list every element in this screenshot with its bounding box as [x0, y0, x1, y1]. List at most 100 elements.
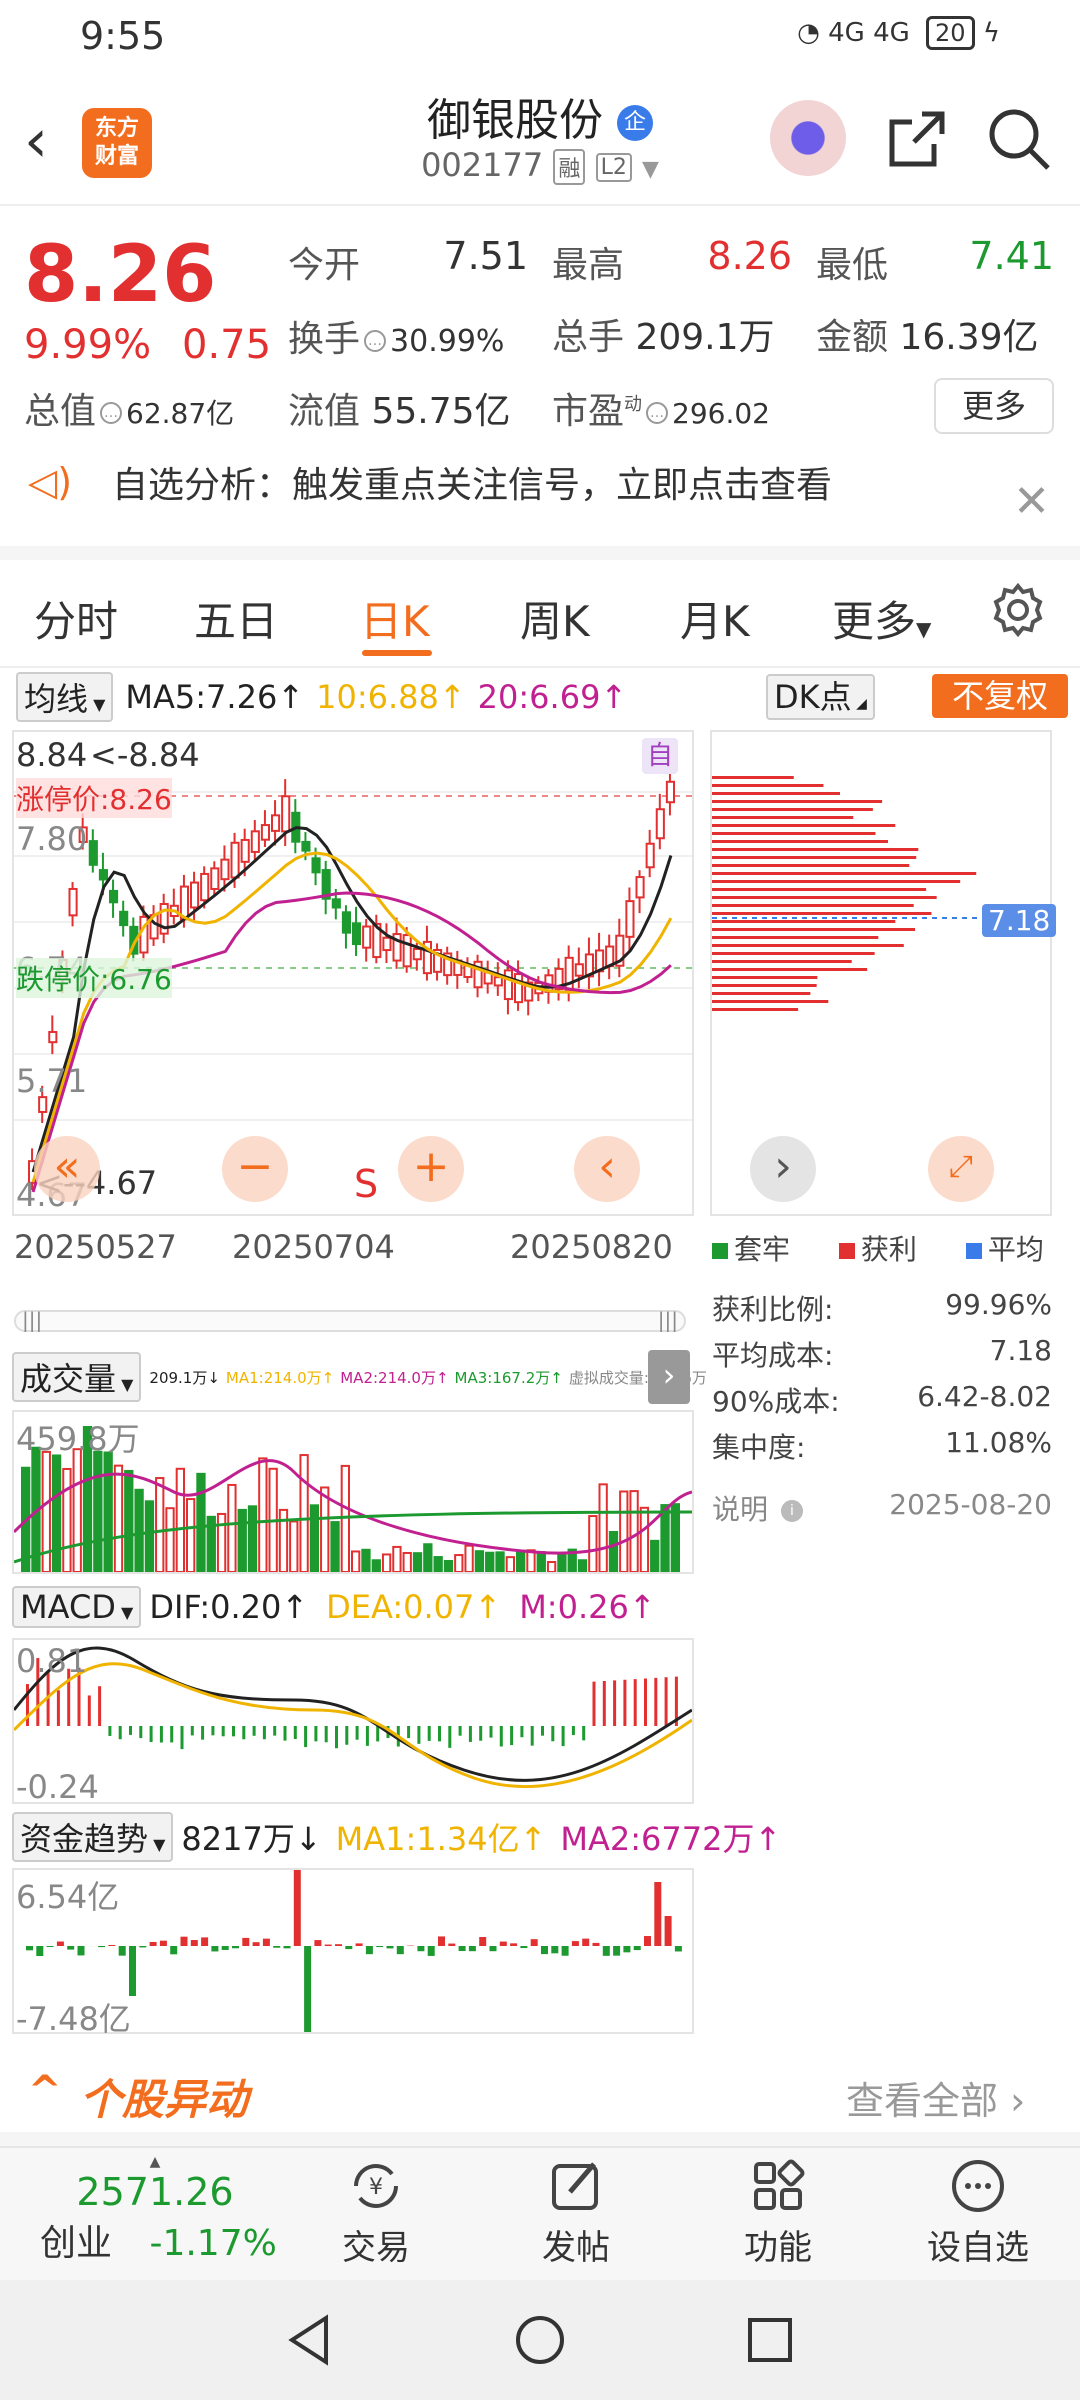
tab-more-label: 更多	[832, 597, 917, 646]
info-icon[interactable]: …	[100, 402, 123, 424]
share-icon[interactable]	[882, 104, 952, 174]
macd-bar	[211, 1726, 215, 1736]
chip-bar	[712, 808, 873, 811]
nav-functions[interactable]: 功能	[708, 2156, 848, 2269]
range-slider[interactable]: ||| |||	[14, 1308, 686, 1332]
chip-distribution-chart: 7.18 › ⤢	[710, 730, 1057, 1216]
dropdown-icon: ▼	[115, 1603, 134, 1622]
adjust-button[interactable]: 不复权	[932, 674, 1068, 718]
slider-handle-right[interactable]: |||	[658, 1308, 678, 1332]
nav-back-icon[interactable]	[282, 2312, 338, 2368]
slider-handle-left[interactable]: |||	[22, 1308, 42, 1332]
info-icon[interactable]: …	[364, 330, 387, 352]
dk-point-button[interactable]: DK点 ◢	[766, 674, 875, 720]
volume-bar	[402, 1552, 412, 1572]
tab-five-day[interactable]: 五日	[194, 588, 278, 649]
close-icon[interactable]: ✕	[1013, 476, 1050, 527]
funds-bar	[438, 1936, 445, 1946]
chevron-right-icon[interactable]: ›	[750, 1136, 816, 1202]
funds-bar	[602, 1946, 610, 1956]
ma-select[interactable]: 均线 ▼	[16, 672, 114, 722]
tab-daily-k[interactable]: 日K	[360, 588, 430, 649]
more-button[interactable]: 更多	[934, 378, 1054, 434]
view-all-link[interactable]: 查看全部 ›	[846, 2070, 1025, 2125]
volume-select[interactable]: 成交量 ▼	[12, 1352, 142, 1402]
candle	[240, 838, 250, 863]
tab-more[interactable]: 更多▼	[832, 588, 931, 649]
volume-bar	[155, 1477, 165, 1572]
stock-movers-bar[interactable]: ^ 个股异动 查看全部 ›	[0, 2050, 1080, 2146]
macd-bar	[149, 1726, 153, 1742]
market-cap-label: 总值	[24, 391, 97, 432]
funds-bar	[644, 1936, 651, 1946]
funds-select[interactable]: 资金趋势 ▼	[12, 1812, 174, 1862]
candle	[665, 780, 675, 804]
stat-concentration: 集中度: 11.08%	[712, 1426, 1052, 1466]
macd-bar	[468, 1726, 472, 1742]
macd-bar	[633, 1679, 637, 1726]
volume-cell: 总手 209.1万	[552, 308, 775, 360]
nav-post[interactable]: 发帖	[506, 2156, 646, 2269]
funds-bar	[98, 1946, 106, 1948]
chip-bar	[712, 816, 854, 819]
candle	[48, 1030, 58, 1044]
high-label: 最高	[552, 245, 625, 286]
robot-avatar-icon[interactable]	[770, 100, 846, 176]
funds-bar	[262, 1938, 270, 1946]
macd-bar	[510, 1726, 514, 1746]
chip-note-row[interactable]: 说明 i 2025-08-20	[712, 1488, 1052, 1528]
volume-y-top: 459.8万	[16, 1420, 140, 1458]
zoom-in-icon[interactable]: +	[398, 1136, 464, 1202]
nav-recents-icon[interactable]	[742, 2312, 798, 2368]
volume-bar	[464, 1544, 474, 1572]
funds-bar	[26, 1946, 33, 1951]
dropdown-icon: ▼	[148, 1835, 166, 1854]
funds-current: 8217万↓	[181, 1820, 322, 1858]
settings-gear-icon[interactable]	[990, 582, 1046, 638]
zoom-out-icon[interactable]: −	[222, 1136, 288, 1202]
funds-bar	[664, 1916, 672, 1946]
kline-chart[interactable]: 8.84 <-8.84 涨停价:8.26 7.80 6.74 跌停价:6.76 …	[12, 730, 694, 1216]
nav-add-watchlist-label: 设自选	[927, 2228, 1029, 2268]
macd-bar	[541, 1726, 544, 1736]
legend-trapped-dot	[712, 1243, 728, 1259]
info-icon[interactable]: i	[780, 1500, 803, 1522]
candle	[281, 795, 291, 833]
status-time: 9:55	[80, 14, 166, 58]
tab-weekly-k[interactable]: 周K	[520, 588, 590, 649]
candle	[220, 858, 230, 881]
macd-legend: MACD ▼ DIF:0.20↑ DEA:0.07↑ M:0.26↑	[12, 1584, 656, 1630]
expand-panel-icon[interactable]: ›	[648, 1350, 690, 1404]
search-icon[interactable]	[984, 104, 1054, 174]
macd-bar	[417, 1726, 421, 1744]
expand-icon[interactable]: ⤢	[928, 1136, 994, 1202]
candle	[88, 840, 98, 866]
nav-post-label: 发帖	[542, 2228, 610, 2268]
index-ticker[interactable]: ▲ 2571.26 创业 -1.17%	[20, 2154, 290, 2266]
candle	[503, 969, 513, 1001]
self-select-mark[interactable]: 自	[642, 738, 678, 774]
volume-value: 209.1万	[635, 317, 775, 358]
change-amount: 0.75	[182, 322, 272, 368]
stat-value: 11.08%	[945, 1426, 1052, 1459]
quote-panel: 8.26 9.99% 0.75 总值… 62.87亿 今开 7.51 最高 8.2…	[0, 206, 1080, 456]
volume-chart: 459.8万	[12, 1410, 694, 1574]
ma20-value: 20:6.69↑	[477, 678, 628, 716]
step-left-icon[interactable]: ‹	[574, 1136, 640, 1202]
float-value: 55.75亿	[371, 391, 511, 432]
scroll-left-icon[interactable]: «	[34, 1136, 100, 1202]
tab-intraday[interactable]: 分时	[34, 588, 118, 649]
chip-bar	[712, 968, 868, 971]
tab-monthly-k[interactable]: 月K	[680, 588, 750, 649]
macd-select[interactable]: MACD ▼	[12, 1586, 142, 1628]
macd-m: M:0.26↑	[519, 1588, 656, 1626]
nav-trade[interactable]: ¥ 交易	[306, 2156, 446, 2269]
nav-home-icon[interactable]	[512, 2312, 568, 2368]
funds-bar	[159, 1940, 167, 1946]
nav-add-watchlist[interactable]: 设自选	[908, 2156, 1048, 2269]
macd-bar	[345, 1726, 349, 1745]
info-icon[interactable]: …	[646, 402, 669, 424]
volume-bar	[340, 1464, 350, 1572]
notice-bar[interactable]: ◁) 自选分析：触发重点关注信号，立即点击查看 ✕	[0, 456, 1080, 560]
funds-bar	[242, 1937, 250, 1946]
